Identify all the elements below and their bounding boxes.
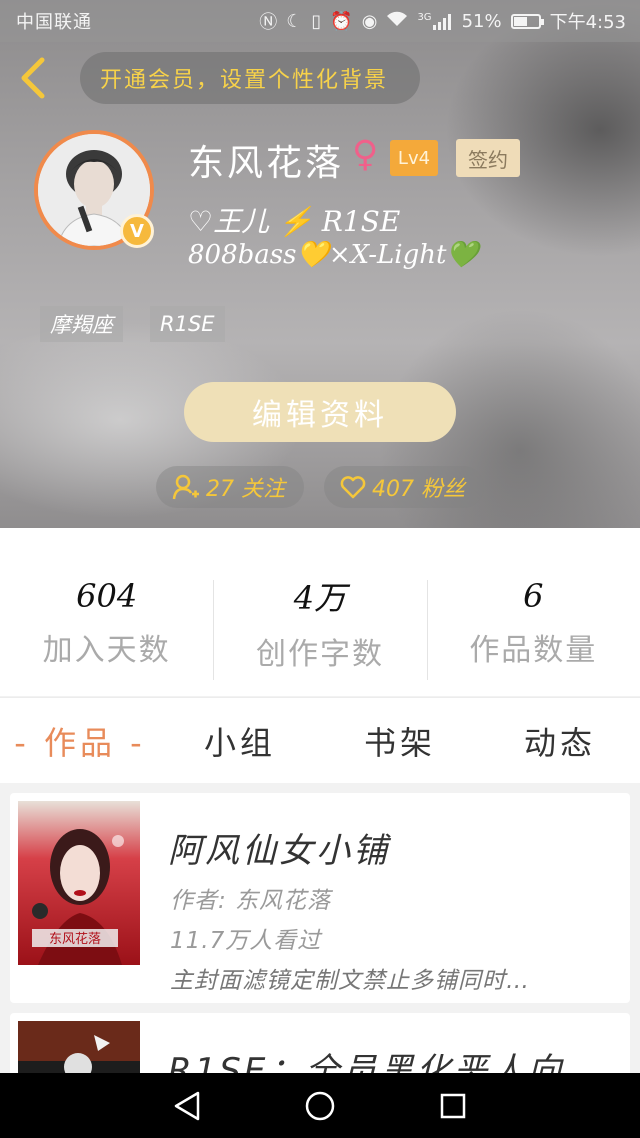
stats-row: 604 加入天数 4万 创作字数 6 作品数量	[0, 528, 640, 696]
nickname: 东风花落	[188, 143, 345, 184]
back-button[interactable]	[14, 56, 54, 100]
stat-label: 作品数量	[469, 633, 598, 668]
stat-works-count: 6 作品数量	[426, 528, 640, 696]
stat-word-count: 4万 创作字数	[213, 528, 426, 696]
bio-text-a: 808bass	[188, 240, 297, 270]
clock-label: 下午4:53	[549, 12, 626, 33]
stat-join-days: 604 加入天数	[0, 528, 213, 696]
work-views: 11.7万人看过	[170, 928, 322, 954]
alarm-icon: ⏰	[330, 10, 353, 32]
signed-badge: 签约	[456, 139, 520, 177]
edit-profile-button[interactable]: 编辑资料	[184, 382, 456, 442]
status-icons: Ⓝ ☾ ▯ ⏰ ◉ 3G 51% 下午4:53	[259, 8, 626, 34]
nav-back-button[interactable]	[157, 1076, 217, 1136]
verified-badge: V	[120, 214, 154, 248]
heart-outline-icon	[340, 476, 366, 499]
carrier-label: 中国联通	[16, 12, 92, 33]
stat-value: 4万	[293, 579, 347, 617]
chevron-left-icon	[21, 57, 45, 99]
following-button[interactable]: 27 关注	[156, 466, 304, 508]
stat-value: 604	[76, 577, 138, 615]
tag-zodiac: 摩羯座	[40, 306, 123, 342]
list-item[interactable]: R1SE：全员黑化恶人向	[10, 1013, 630, 1073]
nfc-icon: Ⓝ	[259, 12, 278, 33]
tab-activity[interactable]: 动态	[480, 698, 640, 783]
tab-bookshelf[interactable]: 书架	[320, 698, 480, 783]
system-nav-bar	[0, 1073, 640, 1138]
tab-works[interactable]: - 作品 -	[0, 698, 160, 783]
stat-label: 加入天数	[42, 633, 171, 668]
bio-line-2: 808bass💛×X-Light💚	[188, 240, 479, 270]
status-bar: 中国联通 Ⓝ ☾ ▯ ⏰ ◉ 3G 51% 下午4:53	[0, 0, 640, 42]
moon-icon: ☾	[286, 10, 303, 32]
eye-icon: ◉	[361, 10, 378, 32]
square-recents-icon	[441, 1093, 466, 1118]
book-cover: 东风花落	[18, 801, 140, 965]
fans-label: 407 粉丝	[372, 477, 465, 502]
stat-value: 6	[523, 577, 544, 615]
circle-home-icon	[305, 1091, 335, 1120]
wifi-icon	[386, 11, 408, 32]
content-tabs: - 作品 - 小组 书架 动态	[0, 697, 640, 783]
nav-recents-button[interactable]	[423, 1076, 483, 1136]
nav-home-button[interactable]	[290, 1076, 350, 1136]
tag-group: R1SE	[150, 306, 225, 342]
list-item[interactable]: 东风花落 阿风仙女小铺 作者: 东风花落 11.7万人看过 主封面滤镜定制文禁止…	[10, 793, 630, 1003]
triangle-back-icon	[174, 1091, 199, 1120]
green-heart-icon: 💚	[446, 240, 479, 270]
signal-icon: 3G	[417, 12, 452, 30]
network-type: 3G	[417, 12, 432, 23]
bio-text-b: ×X-Light	[328, 240, 447, 270]
vibrate-icon: ▯	[311, 10, 322, 32]
battery-icon	[510, 13, 544, 29]
bio-line-1: ♡王儿 ⚡ R1SE	[188, 205, 401, 238]
level-badge: Lv4	[390, 140, 438, 176]
yellow-heart-icon: 💛	[296, 240, 329, 270]
battery-percent: 51%	[461, 10, 502, 32]
add-person-icon	[172, 474, 199, 500]
work-author: 作者: 东风花落	[170, 888, 332, 914]
works-list: 东风花落 阿风仙女小铺 作者: 东风花落 11.7万人看过 主封面滤镜定制文禁止…	[0, 783, 640, 1073]
work-title: R1SE：全员黑化恶人向	[168, 1051, 565, 1073]
cover-title: 东风花落	[49, 931, 101, 947]
tab-groups[interactable]: 小组	[160, 698, 320, 783]
profile-header: 中国联通 Ⓝ ☾ ▯ ⏰ ◉ 3G 51% 下午4:53 开通会员，设置个性化背…	[0, 0, 640, 528]
stat-label: 创作字数	[255, 637, 384, 672]
vip-background-banner[interactable]: 开通会员，设置个性化背景	[80, 52, 420, 104]
fans-button[interactable]: 407 粉丝	[324, 466, 484, 508]
work-title: 阿风仙女小铺	[168, 831, 390, 871]
following-label: 27 关注	[206, 477, 285, 502]
book-cover	[18, 1021, 140, 1073]
work-description: 主封面滤镜定制文禁止多铺同时…	[170, 968, 530, 994]
gender-female-icon: ♀	[352, 134, 379, 175]
